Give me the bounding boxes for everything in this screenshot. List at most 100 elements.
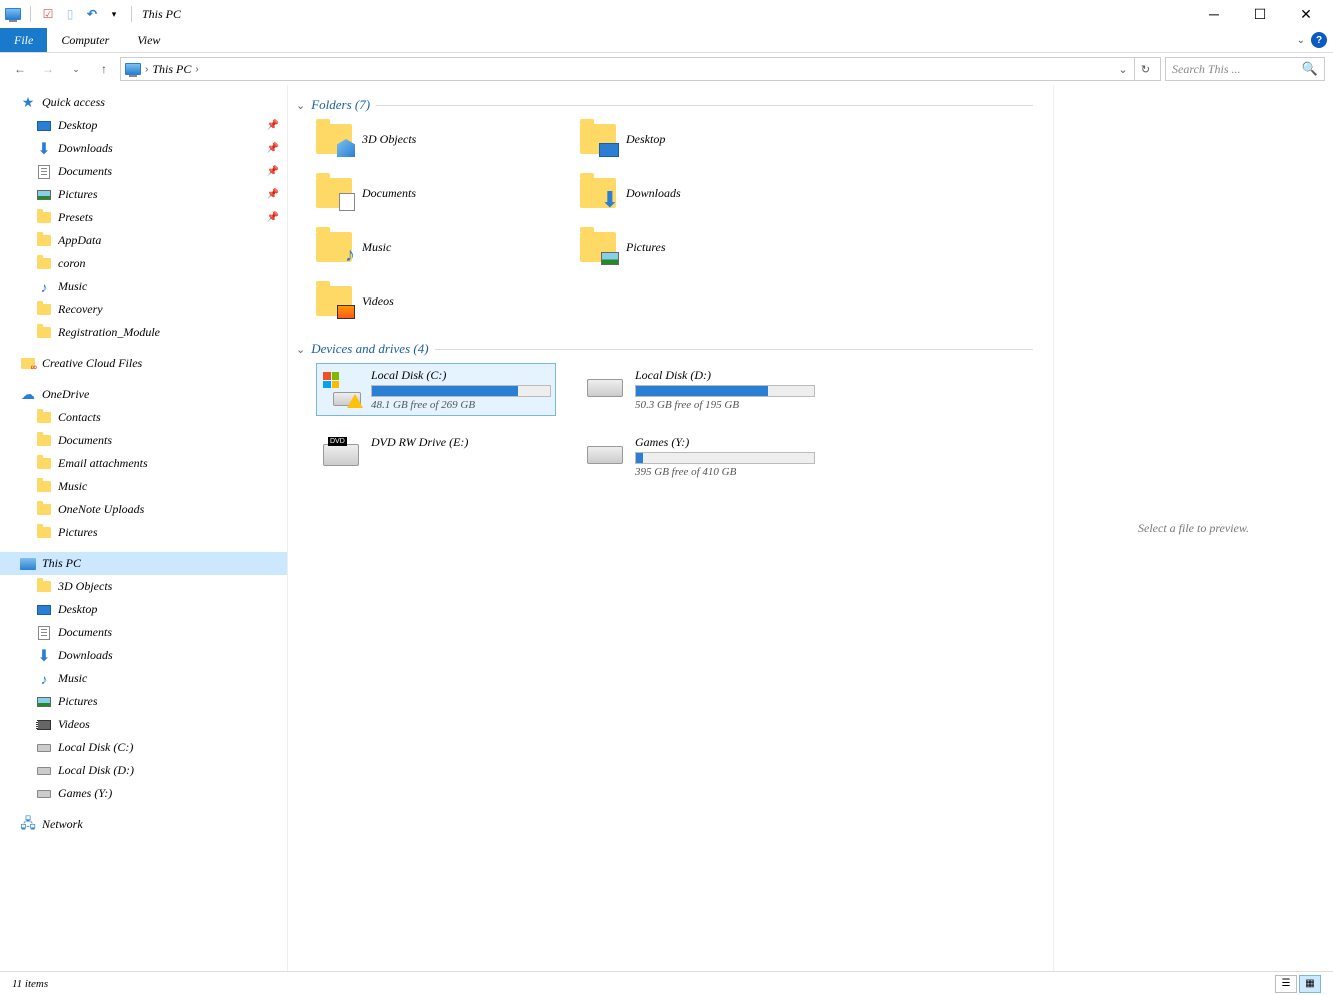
properties-icon[interactable]: ☑ xyxy=(39,5,57,23)
sidebar-item[interactable]: 3D Objects xyxy=(0,575,287,598)
new-folder-icon[interactable]: ▯ xyxy=(61,5,79,23)
drive-item[interactable]: Local Disk (D:)50.3 GB free of 195 GB xyxy=(580,363,820,416)
folder-item[interactable]: 3D Objects xyxy=(316,119,556,159)
ribbon-collapse-icon[interactable]: ⌄ xyxy=(1297,35,1305,46)
tab-computer[interactable]: Computer xyxy=(47,28,123,52)
sidebar-item[interactable]: ⬇Downloads xyxy=(0,644,287,667)
chevron-right-icon[interactable]: › xyxy=(145,64,148,75)
main-area: ★ Quick access Desktop📌⬇Downloads📌Docume… xyxy=(0,85,1333,971)
pc-icon xyxy=(20,556,36,572)
sidebar-item[interactable]: Registration_Module xyxy=(0,321,287,344)
sidebar-item[interactable]: Videos xyxy=(0,713,287,736)
refresh-button[interactable]: ↻ xyxy=(1134,58,1156,80)
drive-usage-bar xyxy=(635,385,815,397)
folder-name: Downloads xyxy=(626,186,681,201)
sidebar-creative-cloud[interactable]: Creative Cloud Files xyxy=(0,352,287,375)
sidebar-item[interactable]: Recovery xyxy=(0,298,287,321)
sidebar-item[interactable]: ♪Music xyxy=(0,275,287,298)
music-icon: ♪ xyxy=(36,279,52,295)
undo-icon[interactable]: ↶ xyxy=(83,5,101,23)
sidebar-item[interactable]: Documents📌 xyxy=(0,160,287,183)
sidebar-item[interactable]: Music xyxy=(0,475,287,498)
sidebar-this-pc[interactable]: This PC xyxy=(0,552,287,575)
sidebar-item-label: Desktop xyxy=(58,602,287,617)
folder-name: Videos xyxy=(362,294,394,309)
pin-icon: 📌 xyxy=(267,120,279,131)
tab-file[interactable]: File xyxy=(0,28,47,52)
help-icon[interactable]: ? xyxy=(1311,32,1327,48)
maximize-button[interactable]: ☐ xyxy=(1237,0,1283,28)
up-button[interactable]: ↑ xyxy=(92,57,116,81)
recent-dropdown-icon[interactable]: ⌄ xyxy=(64,57,88,81)
sidebar-item[interactable]: Games (Y:) xyxy=(0,782,287,805)
folder-icon xyxy=(36,479,52,495)
group-title: Devices and drives (4) xyxy=(311,341,428,357)
star-icon: ★ xyxy=(20,95,36,111)
sidebar-item-label: Local Disk (C:) xyxy=(58,740,287,755)
forward-button[interactable]: → xyxy=(36,57,60,81)
sidebar-item[interactable]: Local Disk (C:) xyxy=(0,736,287,759)
sidebar-item[interactable]: Pictures xyxy=(0,521,287,544)
folder-item[interactable]: Desktop xyxy=(580,119,820,159)
group-drives[interactable]: ⌄ Devices and drives (4) xyxy=(296,341,1033,357)
folder-name: 3D Objects xyxy=(362,132,416,147)
chevron-right-icon[interactable]: › xyxy=(195,64,198,75)
music-icon: ♪ xyxy=(36,671,52,687)
sidebar-item[interactable]: Local Disk (D:) xyxy=(0,759,287,782)
desktop-icon xyxy=(36,602,52,618)
close-button[interactable]: ✕ xyxy=(1283,0,1329,28)
folder-icon xyxy=(580,232,616,262)
sidebar-item[interactable]: ♪Music xyxy=(0,667,287,690)
sidebar-network[interactable]: 🖧 Network xyxy=(0,813,287,836)
drive-name: DVD RW Drive (E:) xyxy=(371,435,551,450)
sidebar-item[interactable]: Contacts xyxy=(0,406,287,429)
sidebar-item-label: Quick access xyxy=(42,95,287,110)
address-bar[interactable]: › This PC › ⌄ ↻ xyxy=(120,57,1161,81)
back-button[interactable]: ← xyxy=(8,57,32,81)
sidebar-item[interactable]: coron xyxy=(0,252,287,275)
window-controls: ─ ☐ ✕ xyxy=(1191,0,1329,28)
sidebar-item[interactable]: Desktop xyxy=(0,598,287,621)
drive-free-text: 50.3 GB free of 195 GB xyxy=(635,399,815,411)
sidebar-item[interactable]: ⬇Downloads📌 xyxy=(0,137,287,160)
qat-dropdown-icon[interactable]: ▾ xyxy=(105,5,123,23)
folder-item[interactable]: ♪Music xyxy=(316,227,556,267)
details-view-button[interactable]: ☰ xyxy=(1275,975,1297,993)
folder-item[interactable]: Videos xyxy=(316,281,556,321)
drive-item[interactable]: Games (Y:)395 GB free of 410 GB xyxy=(580,430,820,483)
address-dropdown-icon[interactable]: ⌄ xyxy=(1112,58,1134,80)
folder-icon xyxy=(36,233,52,249)
folder-item[interactable]: ⬇Downloads xyxy=(580,173,820,213)
sidebar-item[interactable]: Desktop📌 xyxy=(0,114,287,137)
sidebar-onedrive[interactable]: ☁ OneDrive xyxy=(0,383,287,406)
sidebar: ★ Quick access Desktop📌⬇Downloads📌Docume… xyxy=(0,85,288,971)
sidebar-item[interactable]: OneNote Uploads xyxy=(0,498,287,521)
sidebar-item[interactable]: Presets📌 xyxy=(0,206,287,229)
sidebar-item[interactable]: Email attachments xyxy=(0,452,287,475)
sidebar-item-label: Videos xyxy=(58,717,287,732)
tab-view[interactable]: View xyxy=(123,28,174,52)
sidebar-item[interactable]: Documents xyxy=(0,621,287,644)
sidebar-item[interactable]: Documents xyxy=(0,429,287,452)
breadcrumb-this-pc[interactable]: This PC xyxy=(152,62,191,77)
navbar: ← → ⌄ ↑ › This PC › ⌄ ↻ Search This ... … xyxy=(0,53,1333,85)
sidebar-item[interactable]: Pictures📌 xyxy=(0,183,287,206)
group-folders[interactable]: ⌄ Folders (7) xyxy=(296,97,1033,113)
drive-icon xyxy=(321,368,361,408)
sidebar-item-label: This PC xyxy=(42,556,287,571)
sidebar-quick-access[interactable]: ★ Quick access xyxy=(0,91,287,114)
folder-item[interactable]: Documents xyxy=(316,173,556,213)
drive-usage-bar xyxy=(371,385,551,397)
drive-item[interactable]: Local Disk (C:)48.1 GB free of 269 GB xyxy=(316,363,556,416)
ribbon-right: ⌄ ? xyxy=(1297,28,1333,52)
minimize-button[interactable]: ─ xyxy=(1191,0,1237,28)
sidebar-item[interactable]: Pictures xyxy=(0,690,287,713)
sidebar-item-label: Pictures xyxy=(58,525,287,540)
sidebar-item[interactable]: AppData xyxy=(0,229,287,252)
search-input[interactable]: Search This ... 🔍 xyxy=(1165,57,1325,81)
folder-icon xyxy=(36,502,52,518)
view-toggles: ☰ ▦ xyxy=(1275,975,1321,993)
folder-item[interactable]: Pictures xyxy=(580,227,820,267)
tiles-view-button[interactable]: ▦ xyxy=(1299,975,1321,993)
drive-item[interactable]: DVD RW Drive (E:) xyxy=(316,430,556,483)
